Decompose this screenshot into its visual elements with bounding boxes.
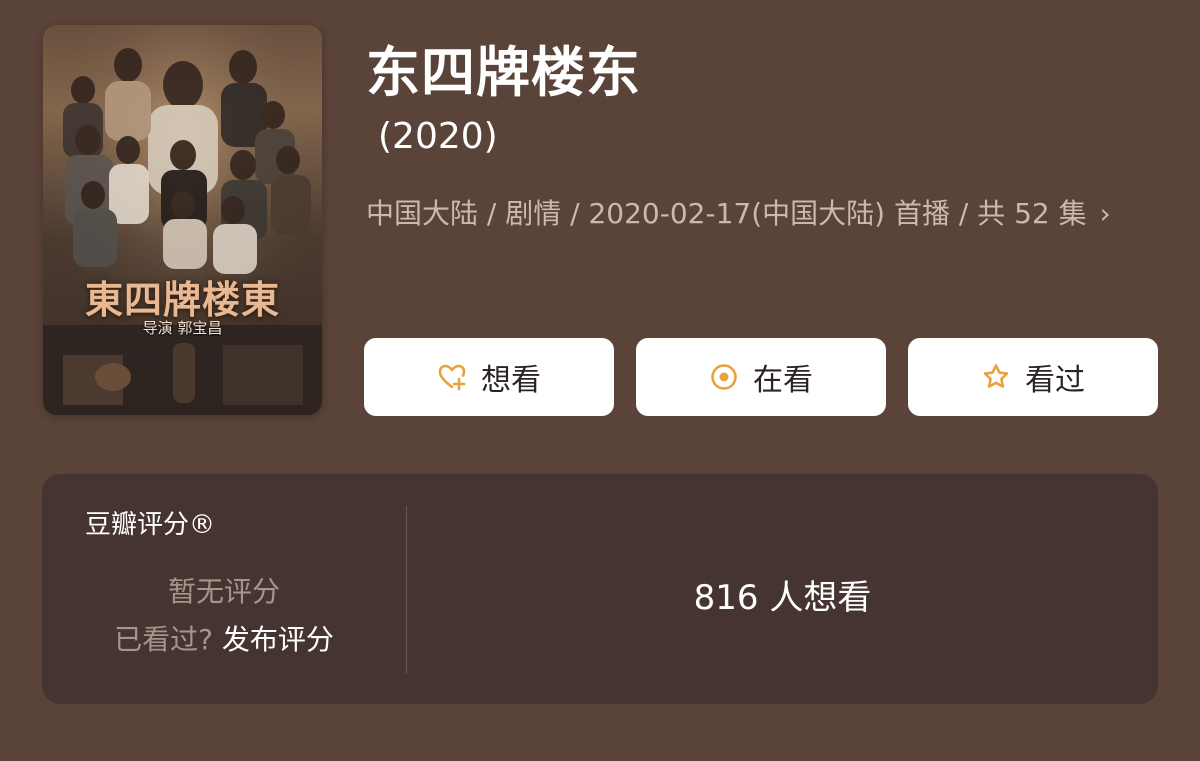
poster-director: 导演 郭宝昌 xyxy=(142,319,223,337)
seen-question: 已看过? xyxy=(114,623,222,656)
no-rating-text: 暂无评分 xyxy=(167,575,280,608)
watched-label: 看过 xyxy=(1025,363,1085,398)
want-count: 816 人想看 xyxy=(693,578,872,618)
target-dot-icon xyxy=(709,362,739,392)
rating-panel: 豆瓣评分® 暂无评分 已看过? 发布评分 816 人想看 xyxy=(42,474,1158,704)
want-to-watch-label: 想看 xyxy=(481,363,541,398)
poster-artwork xyxy=(43,25,322,415)
heart-plus-icon xyxy=(437,362,467,392)
rating-title: 豆瓣评分® xyxy=(85,510,216,540)
watching-label: 在看 xyxy=(753,363,813,398)
publish-rating-link[interactable]: 发布评分 xyxy=(222,623,334,656)
page-title: 东四牌楼东 xyxy=(366,41,641,104)
meta-info[interactable]: 中国大陆 / 剧情 / 2020-02-17(中国大陆) 首播 / 共 52 集… xyxy=(366,196,1156,232)
chevron-right-icon: › xyxy=(1099,197,1111,230)
poster-title: 東四牌楼東 xyxy=(84,277,280,322)
poster-image[interactable]: 東四牌楼東 导演 郭宝昌 xyxy=(43,25,322,415)
star-icon xyxy=(981,362,1011,392)
want-to-watch-button[interactable]: 想看 xyxy=(364,338,614,416)
release-year: (2020) xyxy=(378,116,498,157)
watched-button[interactable]: 看过 xyxy=(908,338,1158,416)
meta-text: 中国大陆 / 剧情 / 2020-02-17(中国大陆) 首播 / 共 52 集 xyxy=(366,197,1087,230)
watching-button[interactable]: 在看 xyxy=(636,338,886,416)
seen-prompt: 已看过? 发布评分 xyxy=(42,618,406,658)
